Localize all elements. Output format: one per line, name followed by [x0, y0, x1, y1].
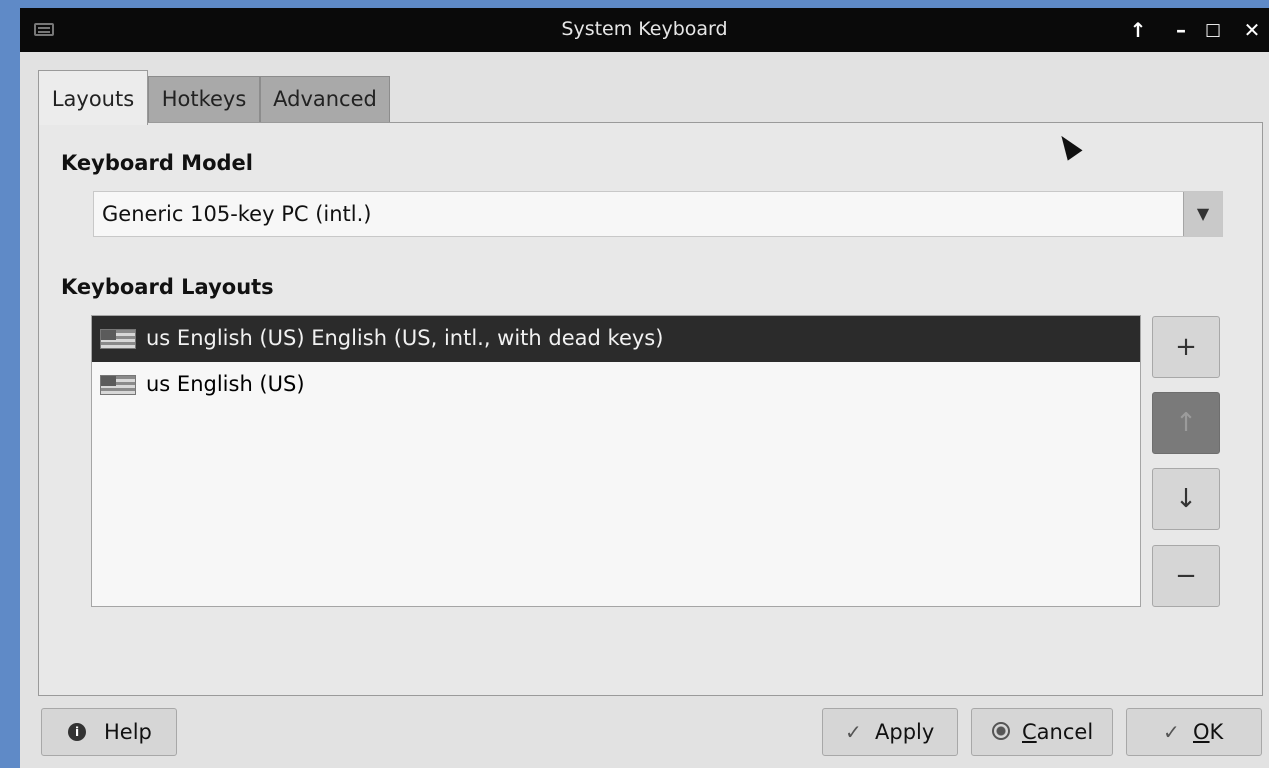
cancel-icon [992, 722, 1010, 740]
apply-label: Apply [875, 720, 935, 744]
add-layout-button[interactable]: + [1152, 316, 1220, 378]
shade-window-button[interactable]: ↑ [1125, 16, 1151, 44]
info-icon: i [68, 723, 86, 741]
ok-button[interactable]: ✓ OK [1126, 708, 1262, 756]
list-item[interactable]: us English (US) [92, 362, 1140, 408]
dropdown-arrow-icon[interactable]: ▼ [1183, 192, 1222, 236]
keyboard-layouts-list[interactable]: us English (US) English (US, intl., with… [91, 315, 1141, 607]
help-button[interactable]: i Help [41, 708, 177, 756]
ok-label: OK [1193, 720, 1224, 744]
maximize-window-button[interactable]: □ [1200, 16, 1226, 44]
apply-button[interactable]: ✓ Apply [822, 708, 958, 756]
window-title: System Keyboard [561, 18, 728, 40]
move-down-button[interactable]: ↓ [1152, 468, 1220, 530]
us-flag-icon [100, 375, 136, 395]
keyboard-model-select[interactable]: Generic 105-key PC (intl.) ▼ [93, 191, 1223, 237]
tab-advanced[interactable]: Advanced [260, 76, 390, 122]
checkmark-icon: ✓ [1163, 720, 1180, 744]
keyboard-model-value: Generic 105-key PC (intl.) [102, 202, 372, 226]
layout-label: us English (US) English (US, intl., with… [146, 326, 664, 350]
keyboard-layouts-heading: Keyboard Layouts [61, 275, 274, 299]
titlebar[interactable]: System Keyboard ↑ – □ ✕ [20, 8, 1269, 52]
cancel-button[interactable]: Cancel [971, 708, 1113, 756]
keyboard-model-heading: Keyboard Model [61, 151, 253, 175]
cancel-label: Cancel [1022, 720, 1094, 744]
minimize-window-button[interactable]: – [1168, 16, 1194, 44]
tab-layouts[interactable]: Layouts [38, 70, 148, 125]
tab-hotkeys[interactable]: Hotkeys [148, 76, 260, 122]
system-keyboard-window: System Keyboard ↑ – □ ✕ Layouts Hotkeys … [20, 8, 1269, 768]
move-up-button[interactable]: ↑ [1152, 392, 1220, 454]
checkmark-icon: ✓ [845, 720, 862, 744]
list-item[interactable]: us English (US) English (US, intl., with… [92, 316, 1140, 362]
layout-label: us English (US) [146, 372, 305, 396]
close-window-button[interactable]: ✕ [1239, 16, 1265, 44]
us-flag-icon [100, 329, 136, 349]
help-label: Help [104, 720, 152, 744]
layouts-panel: Keyboard Model Generic 105-key PC (intl.… [38, 122, 1263, 696]
remove-layout-button[interactable]: − [1152, 545, 1220, 607]
